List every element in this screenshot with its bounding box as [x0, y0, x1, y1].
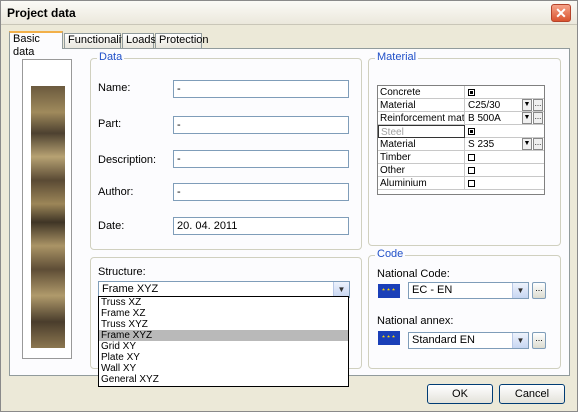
tab-loads[interactable]: Loads: [122, 33, 156, 48]
date-label: Date:: [98, 220, 125, 232]
data-group: Data Name: - Part: - Description: - Auth…: [90, 51, 362, 250]
national-code-value: EC - EN: [412, 284, 453, 296]
more-icon[interactable]: ...: [533, 138, 543, 150]
material-row-name: Concrete: [378, 86, 465, 99]
material-row-value[interactable]: B 500A ▼...: [466, 112, 544, 125]
date-field[interactable]: 20. 04. 2011: [173, 217, 349, 235]
basic-data-panel: Data Name: - Part: - Description: - Auth…: [9, 48, 570, 387]
structure-option[interactable]: Grid XY: [99, 341, 348, 352]
material-row-name: Material: [378, 99, 465, 112]
code-group: Code National Code: EC - EN ▼ ... Nation…: [368, 248, 561, 369]
name-field[interactable]: -: [173, 80, 349, 98]
material-row-value: [466, 177, 544, 190]
material-row: Material S 235 ▼...: [378, 138, 544, 151]
national-annex-value: Standard EN: [412, 334, 475, 346]
material-row-name: Other: [378, 164, 465, 177]
structure-dropdown: Truss XZ Frame XZ Truss XYZ Frame XYZ Gr…: [98, 296, 349, 387]
national-annex-more-button[interactable]: ...: [532, 332, 546, 349]
material-row: Aluminium: [378, 177, 544, 190]
description-field[interactable]: -: [173, 150, 349, 168]
material-row-name: Reinforcement mat...: [380, 112, 465, 125]
material-row: Concrete: [378, 86, 544, 99]
description-label: Description:: [98, 154, 157, 166]
structure-value: Frame XYZ: [102, 283, 159, 295]
material-row-value[interactable]: S 235 ▼...: [466, 138, 544, 151]
code-legend: Code: [375, 248, 406, 260]
structure-option[interactable]: Truss XYZ: [99, 319, 348, 330]
project-data-dialog: Project data ✕ Basic data Functionality …: [0, 0, 578, 412]
author-label: Author:: [98, 186, 134, 198]
national-code-more-button[interactable]: ...: [532, 282, 546, 299]
checkbox[interactable]: [468, 180, 475, 187]
chevron-down-icon[interactable]: ▼: [333, 282, 349, 297]
material-row: Other: [378, 164, 544, 177]
material-row: Reinforcement mat... B 500A ▼...: [378, 112, 544, 125]
structure-option[interactable]: Truss XZ: [99, 297, 348, 308]
material-row-value: [466, 125, 544, 138]
author-field[interactable]: -: [173, 183, 349, 201]
part-label: Part:: [98, 118, 122, 130]
checkbox[interactable]: [468, 89, 475, 96]
chevron-down-icon[interactable]: ▼: [522, 138, 532, 150]
checkbox[interactable]: [468, 154, 475, 161]
eu-flag-icon: [378, 284, 400, 298]
ok-button[interactable]: OK: [427, 384, 493, 404]
chevron-down-icon[interactable]: ▼: [522, 99, 532, 111]
material-row-name: Material: [378, 138, 465, 151]
chevron-down-icon[interactable]: ▼: [512, 333, 528, 348]
title-bar: Project data ✕: [1, 1, 577, 25]
name-label: Name:: [98, 82, 131, 94]
structure-option[interactable]: General XYZ: [99, 374, 348, 385]
structure-option[interactable]: Plate XY: [99, 352, 348, 363]
checkbox[interactable]: [468, 128, 475, 135]
material-row-name: Aluminium: [378, 177, 465, 190]
tab-protection[interactable]: Protection: [155, 33, 209, 48]
structure-option[interactable]: Frame XZ: [99, 308, 348, 319]
cancel-button[interactable]: Cancel: [499, 384, 565, 404]
material-group: Material Concrete Material C25/30 ▼... R…: [368, 51, 561, 246]
part-field[interactable]: -: [173, 116, 349, 134]
data-legend: Data: [97, 51, 125, 63]
close-icon[interactable]: ✕: [551, 4, 571, 22]
material-row-value[interactable]: C25/30 ▼...: [466, 99, 544, 112]
material-row: Timber: [378, 151, 544, 164]
more-icon[interactable]: ...: [533, 112, 543, 124]
eu-flag-icon: [378, 331, 400, 345]
structure-option[interactable]: Wall XY: [99, 363, 348, 374]
material-row: Material C25/30 ▼...: [378, 99, 544, 112]
national-code-label: National Code:: [377, 268, 450, 280]
project-image: [22, 59, 72, 359]
structure-label: Structure:: [98, 266, 146, 278]
material-row-name: Timber: [378, 151, 465, 164]
tab-basic-data[interactable]: Basic data: [9, 31, 63, 58]
material-row-value: [466, 164, 544, 177]
chevron-down-icon[interactable]: ▼: [522, 112, 532, 124]
material-row-value: [466, 151, 544, 164]
window-title: Project data: [7, 6, 76, 20]
tab-functionality[interactable]: Functionality: [64, 33, 130, 48]
image-strip: [31, 86, 65, 348]
chevron-down-icon[interactable]: ▼: [512, 283, 528, 298]
national-annex-label: National annex:: [377, 315, 454, 327]
material-legend: Material: [375, 51, 419, 63]
national-code-combo[interactable]: EC - EN ▼: [408, 282, 529, 299]
checkbox[interactable]: [468, 167, 475, 174]
material-row-name: Steel: [378, 125, 465, 138]
material-row: Steel: [378, 125, 544, 138]
national-annex-combo[interactable]: Standard EN ▼: [408, 332, 529, 349]
material-grid: Concrete Material C25/30 ▼... Reinforcem…: [377, 85, 545, 195]
structure-option-selected[interactable]: Frame XYZ: [99, 330, 348, 341]
more-icon[interactable]: ...: [533, 99, 543, 111]
material-row-value: [466, 86, 544, 99]
